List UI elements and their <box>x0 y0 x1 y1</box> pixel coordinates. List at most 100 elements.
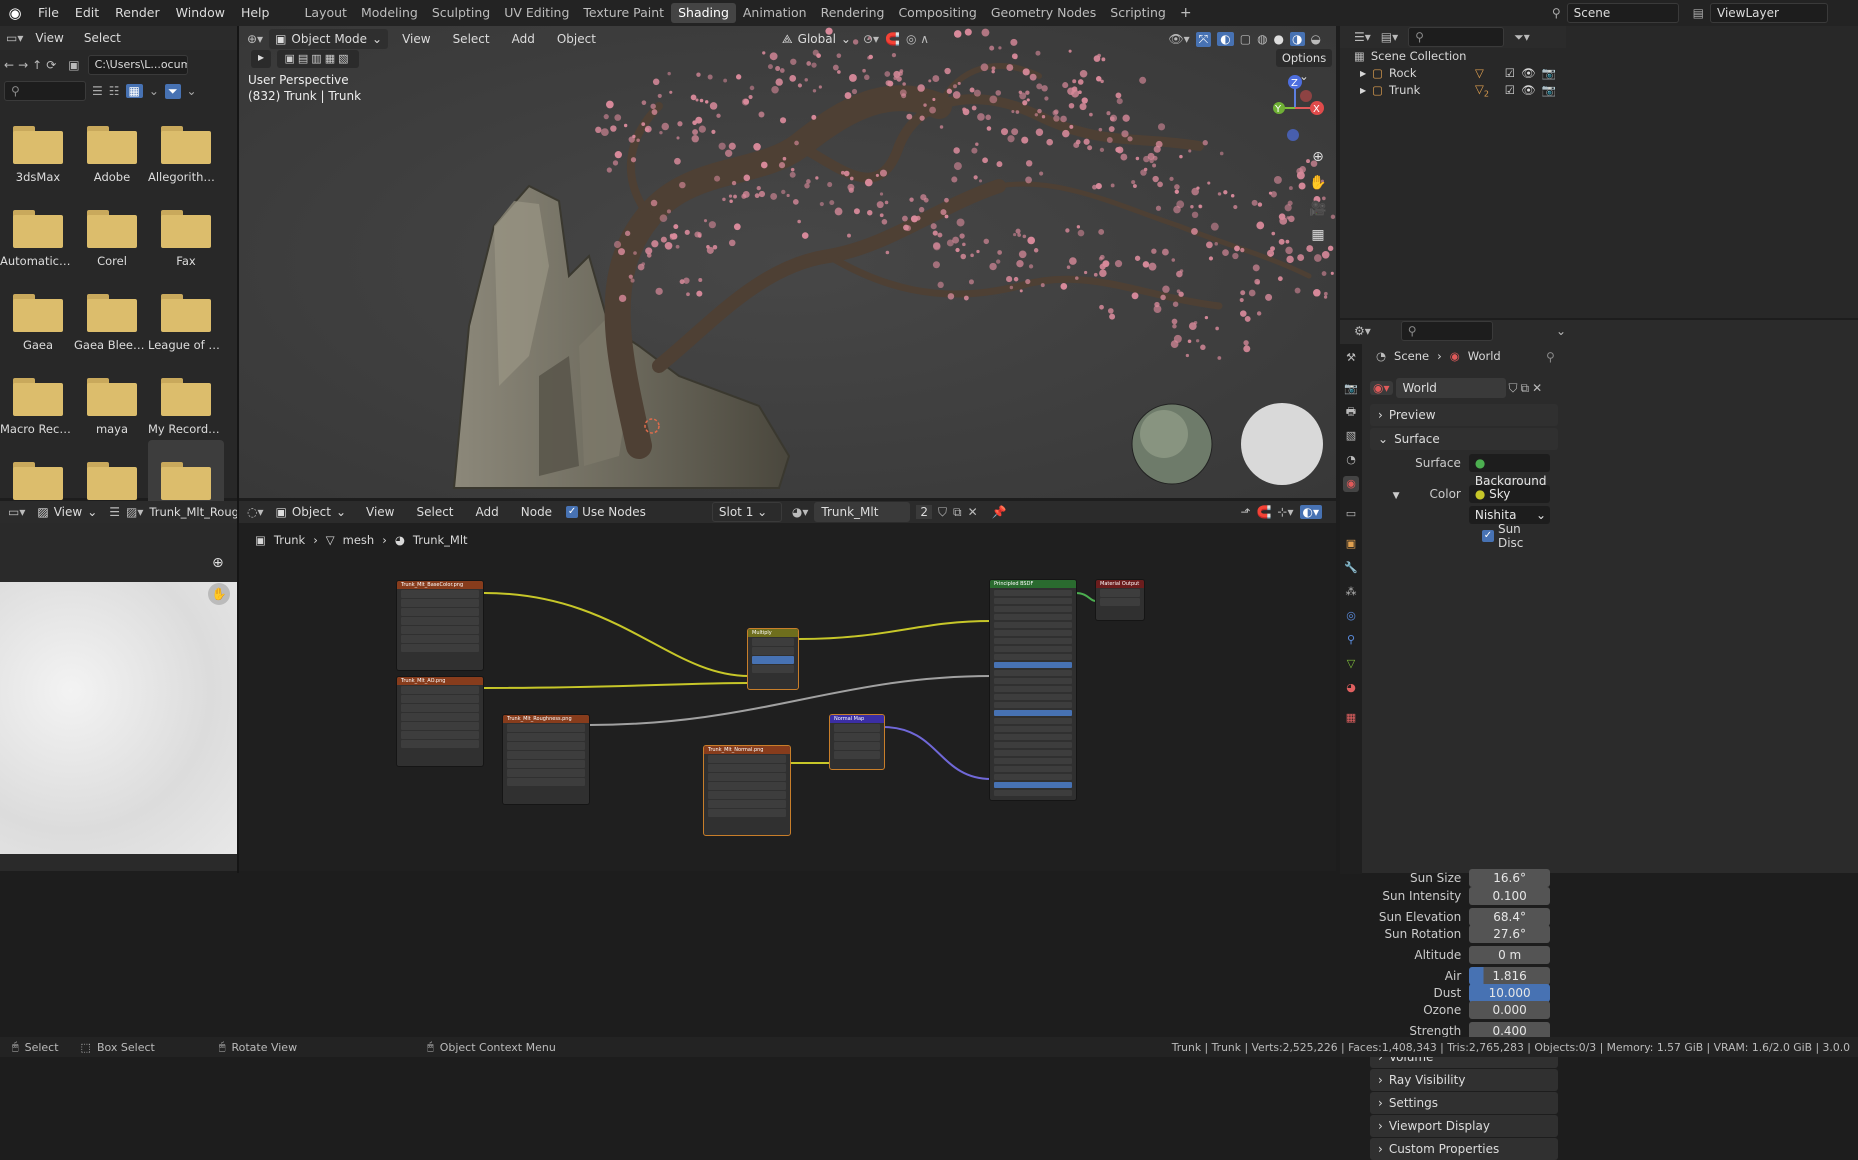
ortho-grid-icon[interactable]: ▦ <box>1307 222 1329 248</box>
scene-icon[interactable]: ⚲ <box>1552 6 1561 20</box>
zoom-icon[interactable]: ⊕ <box>1307 144 1329 170</box>
filter-options-icon[interactable]: ⌄ <box>187 84 197 98</box>
texture-tab-icon[interactable]: ▦ <box>1343 710 1359 726</box>
property-value-field[interactable]: 0.100 <box>1469 887 1550 905</box>
rendered-shading-icon[interactable]: ◒ <box>1311 32 1321 46</box>
visibility-icon[interactable]: 👁▾ <box>1168 32 1189 46</box>
bsdf-input-row[interactable] <box>994 613 1072 620</box>
data-tab-icon[interactable]: ▽ <box>1343 656 1359 672</box>
bsdf-input-row[interactable] <box>994 701 1072 708</box>
node-basecolor-texture[interactable]: Trunk_Mlt_BaseColor.png <box>396 580 484 671</box>
thumbnails-icon[interactable]: ▦ <box>125 84 143 98</box>
pan-hand-icon[interactable]: ✋ <box>1307 170 1329 196</box>
bsdf-input-row[interactable] <box>994 741 1072 748</box>
node-principled-bsdf[interactable]: Principled BSDF <box>989 579 1077 801</box>
refresh-icon[interactable]: ⟳ <box>46 58 56 72</box>
tab-geometry-nodes[interactable]: Geometry Nodes <box>984 0 1103 26</box>
property-value-field[interactable]: 0 m <box>1469 946 1550 964</box>
solid-shading-icon[interactable]: ● <box>1274 32 1284 46</box>
bsdf-input-row[interactable] <box>994 605 1072 612</box>
menu-add[interactable]: Add <box>504 26 543 52</box>
bsdf-input-row[interactable] <box>994 661 1072 668</box>
navigation-gizmo[interactable]: Z X Y <box>1255 72 1335 152</box>
bsdf-input-row[interactable] <box>994 677 1072 684</box>
editor-type-icon[interactable]: ☰▾ <box>1354 30 1371 44</box>
xray-icon[interactable]: ▢ <box>1240 32 1251 46</box>
render-tab-icon[interactable]: 📷 <box>1343 381 1359 397</box>
menu-render[interactable]: Render <box>107 0 168 26</box>
expand-arrow-icon[interactable]: ▶ <box>1360 86 1366 95</box>
bsdf-input-row[interactable] <box>994 621 1072 628</box>
expand-arrow-icon[interactable]: ▶ <box>1360 69 1366 78</box>
display-mode-icon[interactable]: ▤▾ <box>1381 30 1398 44</box>
scene-tab-icon[interactable]: ◔ <box>1343 452 1359 468</box>
3d-viewport[interactable]: ⊕▾ ▣ Object Mode ⌄ View Select Add Object … <box>239 26 1336 498</box>
view-layer-selector[interactable]: ViewLayer <box>1710 3 1828 23</box>
particles-tab-icon[interactable]: ⁂ <box>1343 584 1359 600</box>
world-tab-icon[interactable]: ◉ <box>1343 476 1359 492</box>
back-icon[interactable]: ← <box>4 58 14 72</box>
sun-disc-checkbox[interactable]: ✓ Sun Disc <box>1481 522 1550 550</box>
camera-view-icon[interactable]: 🎥 <box>1307 196 1329 222</box>
filter-icon[interactable]: ⏷▾ <box>1514 30 1530 45</box>
file-search-input[interactable]: ⚲ <box>4 81 86 101</box>
pan-hand-icon[interactable]: ✋ <box>208 583 230 605</box>
menu-file[interactable]: File <box>30 0 67 26</box>
material-shading-icon[interactable]: ◑ <box>1290 32 1305 46</box>
bsdf-input-row[interactable] <box>994 725 1072 732</box>
object-mode-dropdown[interactable]: ▣ Object Mode ⌄ <box>269 29 389 49</box>
node-normal-texture[interactable]: Trunk_Mlt_Normal.png <box>703 745 791 836</box>
properties-search-input[interactable]: ⚲ <box>1400 321 1493 341</box>
menu-help[interactable]: Help <box>233 0 278 26</box>
chevron-down-icon[interactable]: ⌄ <box>1556 324 1566 338</box>
collection-tab-icon[interactable]: ▭ <box>1343 506 1359 522</box>
tab-layout[interactable]: Layout <box>297 0 354 26</box>
proportional-edit-icon[interactable]: ◎ ∧ <box>906 32 929 46</box>
fake-user-icon[interactable]: ⛉ <box>1509 381 1518 396</box>
blender-logo-icon[interactable]: ◉ <box>0 4 30 22</box>
editor-type-icon[interactable]: ▭▾ <box>8 505 25 519</box>
menu-icon[interactable]: ☰ <box>109 505 120 519</box>
transform-orientation-dropdown[interactable]: ⟁ Global ⌄ <box>776 29 857 49</box>
bsdf-input-row[interactable] <box>994 765 1072 772</box>
bsdf-input-row[interactable] <box>994 597 1072 604</box>
tab-sculpting[interactable]: Sculpting <box>425 0 497 26</box>
bsdf-input-row[interactable] <box>994 653 1072 660</box>
bsdf-input-row[interactable] <box>994 749 1072 756</box>
checkbox-icon[interactable]: ☑ <box>1505 83 1515 97</box>
property-value-field[interactable]: 27.6° <box>1469 925 1550 943</box>
pin-icon[interactable]: ⚲ <box>1546 350 1555 364</box>
menu-select[interactable]: Select <box>76 25 129 51</box>
bsdf-input-row[interactable] <box>994 717 1072 724</box>
camera-icon[interactable]: 📷 <box>1542 66 1556 80</box>
modifier-tab-icon[interactable]: 🔧 <box>1343 560 1359 576</box>
editor-type-icon[interactable]: ⊕▾ <box>247 32 263 46</box>
editor-type-icon[interactable]: ▭▾ <box>6 31 23 45</box>
world-name-field[interactable]: World <box>1395 378 1506 398</box>
bsdf-input-row[interactable] <box>994 709 1072 716</box>
node-multiply[interactable]: Multiply <box>747 628 799 690</box>
bsdf-input-row[interactable] <box>994 629 1072 636</box>
filter-icon[interactable]: ⏷ <box>164 83 181 99</box>
menu-select[interactable]: Select <box>445 26 498 52</box>
menu-view[interactable]: View <box>394 26 438 52</box>
constraints-tab-icon[interactable]: ⚲ <box>1343 632 1359 648</box>
collapsed-section[interactable]: › Settings <box>1370 1092 1558 1114</box>
preview-section[interactable]: › Preview <box>1370 404 1558 426</box>
view-mode-dropdown[interactable]: ▨ View ⌄ <box>31 502 103 522</box>
add-workspace-button[interactable]: + <box>1173 0 1199 26</box>
close-icon[interactable]: ✕ <box>1532 381 1542 395</box>
image-browse-icon[interactable]: ▨▾ <box>126 505 143 519</box>
tab-shading[interactable]: Shading <box>671 3 736 23</box>
gizmo-icon[interactable]: ⤧ <box>1195 31 1212 47</box>
tab-texture-paint[interactable]: Texture Paint <box>576 0 671 26</box>
eye-icon[interactable]: 👁 <box>1521 83 1536 97</box>
roughness-texture-image[interactable] <box>0 582 237 854</box>
color-input-selector[interactable]: ● Sky Texture <box>1468 485 1550 519</box>
list-horizontal-icon[interactable]: ☷ <box>109 84 120 98</box>
scene-selector[interactable]: Scene <box>1566 3 1679 23</box>
collapsed-section[interactable]: › Viewport Display <box>1370 1115 1558 1137</box>
menu-window[interactable]: Window <box>168 0 233 26</box>
menu-object[interactable]: Object <box>549 26 604 52</box>
expand-arrow-icon[interactable]: ▼ <box>1393 491 1400 501</box>
